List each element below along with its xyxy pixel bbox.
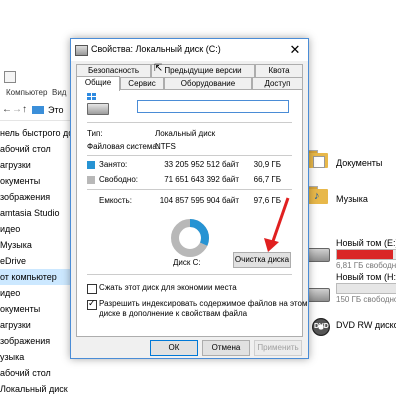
- dvd-icon-text: DVD: [314, 323, 329, 330]
- properties-icon[interactable]: [4, 71, 16, 83]
- nav-item[interactable]: зображения: [0, 189, 70, 205]
- navigation-pane: нель быстрого достабочий столагрузкиокум…: [0, 125, 70, 397]
- up-arrow-icon[interactable]: ↑: [22, 104, 27, 115]
- mouse-cursor-icon: ⇱: [154, 63, 163, 74]
- cancel-button[interactable]: Отмена: [202, 340, 250, 356]
- dialog-title: Свойства: Локальный диск (C:): [91, 44, 221, 54]
- used-gb: 30,9 ГБ: [253, 160, 281, 169]
- used-bytes: 33 205 952 512 байт: [164, 160, 239, 169]
- filesystem-value: NTFS: [155, 142, 176, 151]
- free-label: Свободно:: [99, 175, 138, 184]
- nav-item[interactable]: зображения: [0, 333, 70, 349]
- tab-previous-versions[interactable]: Предыдущие версии: [151, 64, 255, 77]
- index-label-line2[interactable]: диске в дополнение к свойствам файла: [99, 309, 247, 319]
- separator: [87, 274, 292, 275]
- nav-item[interactable]: Музыка: [0, 237, 70, 253]
- drive-e-usage-bar: [336, 249, 396, 260]
- tab-general[interactable]: Общие: [76, 76, 120, 91]
- drive-e-free: 6,81 ГБ свободно: [336, 261, 396, 270]
- dvd-drive-label[interactable]: DVD RW дисковод: [336, 320, 396, 330]
- type-label: Тип:: [87, 129, 103, 138]
- documents-folder-icon[interactable]: [308, 150, 328, 168]
- close-icon[interactable]: ✕: [285, 41, 305, 59]
- used-space-swatch: [87, 161, 95, 169]
- nav-item[interactable]: идео: [0, 285, 70, 301]
- nav-item[interactable]: узыка: [0, 349, 70, 365]
- free-bytes: 71 651 643 392 байт: [164, 175, 239, 184]
- windows-logo-icon: [87, 93, 97, 101]
- nav-item[interactable]: от компьютер: [0, 269, 70, 285]
- volume-label-input[interactable]: [137, 100, 289, 113]
- music-folder-icon[interactable]: ♪: [308, 186, 328, 204]
- folder-documents-label[interactable]: Документы: [336, 158, 382, 168]
- capacity-gb: 97,6 ГБ: [253, 196, 281, 205]
- capacity-bytes: 104 857 595 904 байт: [159, 196, 239, 205]
- tab-quota[interactable]: Квота: [255, 64, 303, 77]
- nav-item[interactable]: eDrive: [0, 253, 70, 269]
- drive-title-icon: [75, 45, 88, 56]
- nav-item[interactable]: агрузки: [0, 317, 70, 333]
- index-label-line1[interactable]: Разрешить индексировать содержимое файло…: [99, 299, 307, 309]
- ok-button[interactable]: ОК: [150, 340, 198, 356]
- nav-item[interactable]: нель быстрого дост: [0, 125, 70, 141]
- compress-label[interactable]: Сжать этот диск для экономии места: [99, 283, 237, 293]
- filesystem-label: Файловая система:: [87, 142, 160, 151]
- ribbon-tabs: Компьютер Вид: [0, 86, 70, 100]
- content-pane: Документы ♪ Музыка Новый том (E:) 6,81 Г…: [300, 100, 396, 397]
- nav-item[interactable]: идео: [0, 221, 70, 237]
- drive-h-label[interactable]: Новый том (H:): [336, 272, 396, 282]
- separator: [87, 155, 292, 156]
- drive-e-label[interactable]: Новый том (E:): [336, 238, 396, 248]
- separator: [87, 189, 292, 190]
- properties-dialog: Свойства: Локальный диск (C:) ✕ Безопасн…: [70, 38, 309, 359]
- folder-music-label[interactable]: Музыка: [336, 194, 368, 204]
- drive-h-icon[interactable]: [306, 288, 330, 302]
- drive-e-icon[interactable]: [306, 248, 330, 262]
- disk-usage-donut-chart: [171, 219, 209, 257]
- local-disk-icon: [77, 90, 117, 120]
- free-gb: 66,7 ГБ: [253, 175, 281, 184]
- index-checkbox[interactable]: [87, 298, 97, 310]
- drive-h-free: 150 ГБ свободно: [336, 295, 396, 304]
- disk-name-label: Диск C:: [173, 258, 201, 267]
- separator: [87, 122, 292, 123]
- drive-h-usage-bar: [336, 283, 396, 294]
- apply-button[interactable]: Применить: [254, 340, 302, 356]
- type-value: Локальный диск: [155, 129, 216, 138]
- dialog-titlebar[interactable]: Свойства: Локальный диск (C:) ✕: [71, 39, 308, 61]
- back-arrow-icon[interactable]: ←: [2, 104, 12, 115]
- free-space-swatch: [87, 176, 95, 184]
- nav-item[interactable]: абочий стол: [0, 365, 70, 381]
- used-label: Занято:: [99, 160, 128, 169]
- quick-access-toolbar: [0, 68, 70, 84]
- nav-item[interactable]: окументы: [0, 301, 70, 317]
- disk-cleanup-button[interactable]: Очистка диска: [233, 252, 291, 268]
- tab-computer[interactable]: Компьютер: [6, 88, 47, 97]
- capacity-label: Емкость:: [99, 196, 132, 205]
- tab-view[interactable]: Вид: [52, 88, 66, 97]
- nav-item[interactable]: amtasia Studio: [0, 205, 70, 221]
- nav-item[interactable]: Локальный диск (C:): [0, 381, 70, 397]
- nav-item[interactable]: агрузки: [0, 157, 70, 173]
- compress-checkbox[interactable]: [87, 284, 97, 294]
- nav-item[interactable]: абочий стол: [0, 141, 70, 157]
- nav-item[interactable]: окументы: [0, 173, 70, 189]
- address-bar[interactable]: ← → ↑ Это: [0, 100, 70, 121]
- address-text: Это: [48, 105, 64, 115]
- computer-icon: [32, 106, 44, 114]
- general-tab-panel: Тип: Локальный диск Файловая система: NT…: [76, 89, 307, 337]
- forward-arrow-icon[interactable]: →: [12, 104, 22, 115]
